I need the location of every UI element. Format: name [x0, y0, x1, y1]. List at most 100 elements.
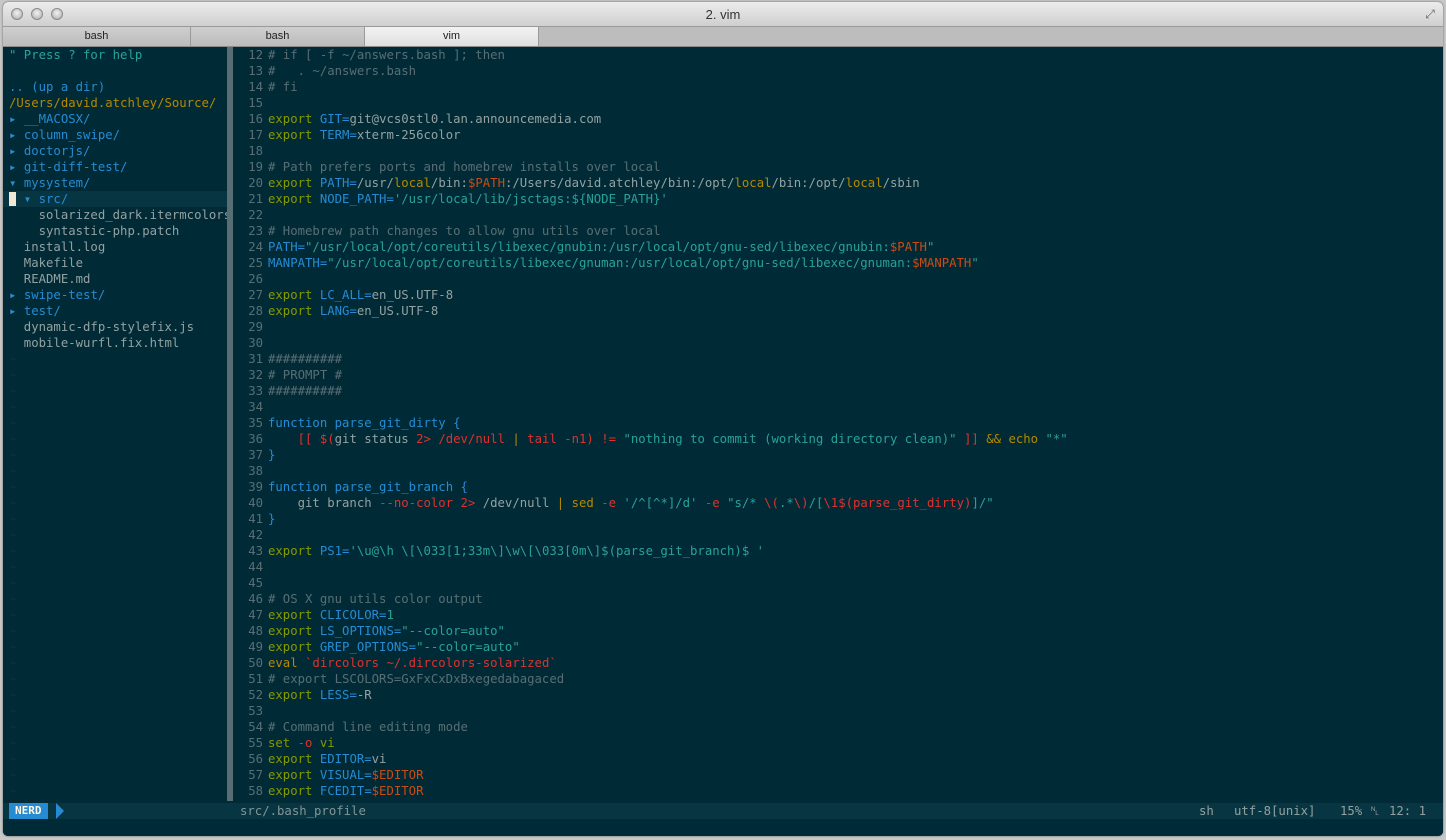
- tree-item[interactable]: README.md: [3, 271, 227, 287]
- code-line[interactable]: 48 export LS_OPTIONS="--color=auto": [233, 623, 1443, 639]
- code-line[interactable]: 28 export LANG=en_US.UTF-8: [233, 303, 1443, 319]
- code-line[interactable]: 21 export NODE_PATH='/usr/local/lib/jscta…: [233, 191, 1443, 207]
- code-line[interactable]: 13 # . ~/answers.bash: [233, 63, 1443, 79]
- tab-vim[interactable]: vim: [365, 27, 539, 46]
- code-token: # fi: [268, 80, 298, 94]
- empty-line-marker: ~: [3, 543, 227, 559]
- tab-bash-1[interactable]: bash: [3, 27, 191, 46]
- tree-item[interactable]: /Users/david.atchley/Source/: [3, 95, 227, 111]
- code-line[interactable]: 27 export LC_ALL=en_US.UTF-8: [233, 287, 1443, 303]
- code-line[interactable]: 22: [233, 207, 1443, 223]
- tree-item[interactable]: ▸ swipe-test/: [3, 287, 227, 303]
- code-line[interactable]: 50 eval `dircolors ~/.dircolors-solarized…: [233, 655, 1443, 671]
- tree-item[interactable]: ▸ __MACOSX/: [3, 111, 227, 127]
- tree-item[interactable]: install.log: [3, 239, 227, 255]
- code-line[interactable]: 23 # Homebrew path changes to allow gnu u…: [233, 223, 1443, 239]
- tilde-filler: ~: [9, 640, 17, 654]
- tab-bash-2[interactable]: bash: [191, 27, 365, 46]
- code-line[interactable]: 34: [233, 399, 1443, 415]
- empty-line-marker: ~: [3, 767, 227, 783]
- code-line[interactable]: 49 export GREP_OPTIONS="--color=auto": [233, 639, 1443, 655]
- tree-item[interactable]: " Press ? for help: [3, 47, 227, 63]
- empty-line-marker: ~: [3, 511, 227, 527]
- tree-item[interactable]: ▸ test/: [3, 303, 227, 319]
- tree-item[interactable]: ▸ git-diff-test/: [3, 159, 227, 175]
- code-line[interactable]: 20 export PATH=/usr/local/bin:$PATH:/User…: [233, 175, 1443, 191]
- code-line[interactable]: 44: [233, 559, 1443, 575]
- code-line[interactable]: 55 set -o vi: [233, 735, 1443, 751]
- code-line[interactable]: 31 ##########: [233, 351, 1443, 367]
- code-line[interactable]: 32 # PROMPT #: [233, 367, 1443, 383]
- line-number: 36: [248, 432, 263, 446]
- code-line[interactable]: 16 export GIT=git@vcs0stl0.lan.announceme…: [233, 111, 1443, 127]
- editor-pane[interactable]: 12 # if [ -f ~/answers.bash ]; then 13 # . …: [233, 47, 1443, 801]
- code-line[interactable]: 39 function parse_git_branch {: [233, 479, 1443, 495]
- code-line[interactable]: 52 export LESS=-R: [233, 687, 1443, 703]
- code-token: -e: [601, 496, 624, 510]
- code-line[interactable]: 38: [233, 463, 1443, 479]
- code-line[interactable]: 57 export VISUAL=$EDITOR: [233, 767, 1443, 783]
- code-token: LANG=: [319, 304, 357, 318]
- code-token: export: [268, 176, 320, 190]
- code-token: .*: [778, 496, 794, 510]
- tree-item[interactable]: ▾ src/: [3, 191, 227, 207]
- tilde-filler: ~: [9, 672, 17, 686]
- line-number: 12: [248, 48, 263, 62]
- code-line[interactable]: 12 # if [ -f ~/answers.bash ]; then: [233, 47, 1443, 63]
- code-line[interactable]: 45: [233, 575, 1443, 591]
- code-line[interactable]: 51 # export LSCOLORS=GxFxCxDxBxegedabagac…: [233, 671, 1443, 687]
- code-line[interactable]: 41}: [233, 511, 1443, 527]
- code-line[interactable]: 58 export FCEDIT=$EDITOR: [233, 783, 1443, 799]
- tree-item-text: " Press ? for help: [9, 48, 143, 62]
- tree-item[interactable]: [3, 63, 227, 79]
- code-line[interactable]: 35 function parse_git_dirty {: [233, 415, 1443, 431]
- fullscreen-icon[interactable]: ⤢: [1423, 7, 1437, 21]
- code-line[interactable]: 54 # Command line editing mode: [233, 719, 1443, 735]
- tree-item[interactable]: .. (up a dir): [3, 79, 227, 95]
- code-line[interactable]: 36 [[ $(git status 2> /dev/null | tail -…: [233, 431, 1443, 447]
- code-line[interactable]: 30: [233, 335, 1443, 351]
- status-encoding: utf-8[unix]: [1234, 804, 1316, 818]
- tree-item[interactable]: mobile-wurfl.fix.html: [3, 335, 227, 351]
- code-token: export: [268, 640, 320, 654]
- tree-item[interactable]: Makefile: [3, 255, 227, 271]
- tree-item[interactable]: ▸ column_swipe/: [3, 127, 227, 143]
- code-line[interactable]: 18: [233, 143, 1443, 159]
- code-token: &&: [986, 432, 1009, 446]
- tree-item[interactable]: syntastic-php.patch: [3, 223, 227, 239]
- code-token: 2>: [416, 432, 439, 446]
- code-line[interactable]: 43 export PS1='\u@\h \[\033[1;33m\]\w\[\0…: [233, 543, 1443, 559]
- code-line[interactable]: 46 # OS X gnu utils color output: [233, 591, 1443, 607]
- empty-line-marker: ~: [3, 671, 227, 687]
- code-token: tail -n1: [527, 432, 587, 446]
- code-line[interactable]: 33 ##########: [233, 383, 1443, 399]
- code-token: /dev/null: [438, 432, 513, 446]
- code-line[interactable]: 24 PATH="/usr/local/opt/coreutils/libexec…: [233, 239, 1443, 255]
- tree-item[interactable]: ▸ doctorjs/: [3, 143, 227, 159]
- line-number: 16: [248, 112, 263, 126]
- code-line[interactable]: 25 MANPATH="/usr/local/opt/coreutils/libe…: [233, 255, 1443, 271]
- code-line[interactable]: 53: [233, 703, 1443, 719]
- tree-item-text: test/: [23, 304, 61, 318]
- code-token: :/Users/david.atchley/bin:/opt/: [504, 176, 735, 190]
- code-line[interactable]: 19 # Path prefers ports and homebrew inst…: [233, 159, 1443, 175]
- code-line[interactable]: 56 export EDITOR=vi: [233, 751, 1443, 767]
- code-line[interactable]: 47 export CLICOLOR=1: [233, 607, 1443, 623]
- command-line[interactable]: [3, 819, 1443, 836]
- nerdtree-pane[interactable]: " Press ? for help .. (up a dir) /Users/da…: [3, 47, 227, 801]
- code-line[interactable]: 26: [233, 271, 1443, 287]
- code-line[interactable]: 14 # fi: [233, 79, 1443, 95]
- code-line[interactable]: 40 git branch --no-color 2> /dev/null | …: [233, 495, 1443, 511]
- code-line[interactable]: 42: [233, 527, 1443, 543]
- tree-item[interactable]: dynamic-dfp-stylefix.js: [3, 319, 227, 335]
- tree-item[interactable]: solarized_dark.itermcolors: [3, 207, 227, 223]
- terminal-window: 2. vim ⤢ bash bash vim " Press ? for hel…: [3, 2, 1443, 836]
- code-line[interactable]: 17 export TERM=xterm-256color: [233, 127, 1443, 143]
- code-line[interactable]: 37}: [233, 447, 1443, 463]
- code-line[interactable]: 29: [233, 319, 1443, 335]
- code-token: $PATH: [889, 240, 927, 254]
- code-line[interactable]: 15: [233, 95, 1443, 111]
- tree-item[interactable]: ▾ mysystem/: [3, 175, 227, 191]
- line-number: 53: [248, 704, 263, 718]
